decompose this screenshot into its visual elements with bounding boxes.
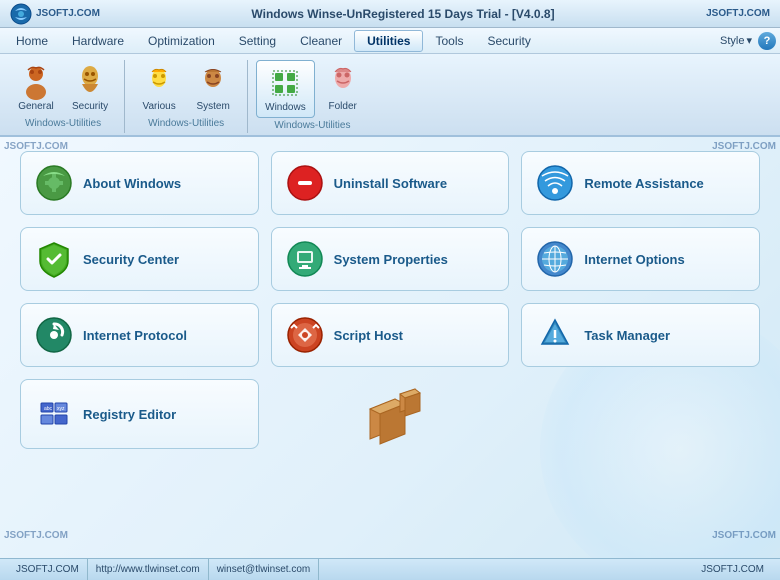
task-manager-label: Task Manager (584, 328, 670, 343)
toolbar-group-windows: Windows Folder Windows-Utilities (256, 60, 369, 133)
status-logo-right: JSOFTJ.COM (693, 559, 772, 580)
window-title: Windows Winse-UnRegistered 15 Days Trial… (100, 7, 706, 21)
cards-grid: About Windows Uninstall Software (20, 151, 760, 449)
various-icon (141, 64, 177, 100)
about-windows-label: About Windows (83, 176, 181, 191)
toolbar-security-btn[interactable]: Security (64, 60, 116, 116)
uninstall-icon (286, 164, 324, 202)
logo-right-text: JSOFTJ.COM (706, 8, 770, 19)
logo-left-text: JSOFTJ.COM (36, 8, 100, 19)
svg-text:xyz: xyz (57, 406, 65, 412)
toolbar-separator-1 (124, 60, 125, 133)
menu-cleaner[interactable]: Cleaner (288, 31, 354, 51)
group3-label: Windows-Utilities (274, 120, 350, 133)
menu-optimization[interactable]: Optimization (136, 31, 227, 51)
card-task-manager[interactable]: Task Manager (521, 303, 760, 367)
group1-label: Windows-Utilities (25, 118, 101, 131)
decoration-cubes (271, 379, 510, 449)
menu-tools[interactable]: Tools (423, 31, 475, 51)
internet-options-label: Internet Options (584, 252, 684, 267)
help-button[interactable]: ? (758, 32, 776, 50)
security-toolbar-icon (72, 64, 108, 100)
registry-editor-icon: abc xyz (35, 395, 73, 433)
internet-protocol-label: Internet Protocol (83, 328, 187, 343)
script-host-label: Script Host (334, 328, 403, 343)
security-toolbar-label: Security (72, 101, 108, 112)
card-about-windows[interactable]: About Windows (20, 151, 259, 215)
menu-security[interactable]: Security (476, 31, 543, 51)
card-internet-options[interactable]: Internet Options (521, 227, 760, 291)
menu-hardware[interactable]: Hardware (60, 31, 136, 51)
remote-icon (536, 164, 574, 202)
folder-label: Folder (329, 101, 357, 112)
svg-text:abc: abc (44, 406, 53, 412)
menu-setting[interactable]: Setting (227, 31, 288, 51)
toolbar-folder-btn[interactable]: Folder (317, 60, 369, 118)
card-system-properties[interactable]: System Properties (271, 227, 510, 291)
registry-editor-label: Registry Editor (83, 407, 176, 422)
internet-protocol-icon (35, 316, 73, 354)
script-host-icon (286, 316, 324, 354)
task-manager-icon (536, 316, 574, 354)
windows-toolbar-icon (267, 65, 303, 101)
group2-label: Windows-Utilities (148, 118, 224, 131)
toolbar-general-btn[interactable]: General (10, 60, 62, 116)
toolbar-group-general: General Security Windows-Utilities (10, 60, 116, 133)
style-button[interactable]: Style ▾ (720, 34, 752, 47)
card-remote-assistance[interactable]: Remote Assistance (521, 151, 760, 215)
card-internet-protocol[interactable]: Internet Protocol (20, 303, 259, 367)
menu-utilities[interactable]: Utilities (354, 30, 423, 52)
toolbar-windows-btn[interactable]: Windows (256, 60, 315, 118)
menu-bar: Home Hardware Optimization Setting Clean… (0, 28, 780, 54)
toolbar: General Security Windows-Utilities (0, 54, 780, 137)
various-label: Various (143, 101, 176, 112)
card-script-host[interactable]: Script Host (271, 303, 510, 367)
about-windows-icon (35, 164, 73, 202)
uninstall-software-label: Uninstall Software (334, 176, 447, 191)
main-content: JSOFTJ.COM JSOFTJ.COM JSOFTJ.COM JSOFTJ.… (0, 137, 780, 569)
general-label: General (18, 101, 54, 112)
general-icon (18, 64, 54, 100)
windows-label: Windows (265, 102, 306, 113)
card-uninstall-software[interactable]: Uninstall Software (271, 151, 510, 215)
internet-options-icon (536, 240, 574, 278)
system-properties-icon (286, 240, 324, 278)
status-url: http://www.tlwinset.com (88, 559, 209, 580)
card-security-center[interactable]: Security Center (20, 227, 259, 291)
security-center-icon (35, 240, 73, 278)
title-bar: JSOFTJ.COM Windows Winse-UnRegistered 15… (0, 0, 780, 28)
card-registry-editor[interactable]: abc xyz Registry Editor (20, 379, 259, 449)
menu-home[interactable]: Home (4, 31, 60, 51)
chevron-down-icon: ▾ (746, 34, 752, 47)
system-icon (195, 64, 231, 100)
security-center-label: Security Center (83, 252, 179, 267)
toolbar-system-btn[interactable]: System (187, 60, 239, 116)
menu-right: Style ▾ ? (720, 32, 776, 50)
folder-icon (325, 64, 361, 100)
status-bar: JSOFTJ.COM http://www.tlwinset.com winse… (0, 558, 780, 580)
status-logo-left: JSOFTJ.COM (8, 559, 88, 580)
logo-left: JSOFTJ.COM (10, 3, 100, 25)
toolbar-various-btn[interactable]: Various (133, 60, 185, 116)
toolbar-group-various: Various System Windows-Utilities (133, 60, 239, 133)
toolbar-separator-2 (247, 60, 248, 133)
remote-assistance-label: Remote Assistance (584, 176, 703, 191)
system-properties-label: System Properties (334, 252, 448, 267)
watermark-bottom-left: JSOFTJ.COM (4, 530, 68, 541)
system-label: System (196, 101, 229, 112)
status-email: winset@tlwinset.com (209, 559, 320, 580)
watermark-bottom-right: JSOFTJ.COM (712, 530, 776, 541)
